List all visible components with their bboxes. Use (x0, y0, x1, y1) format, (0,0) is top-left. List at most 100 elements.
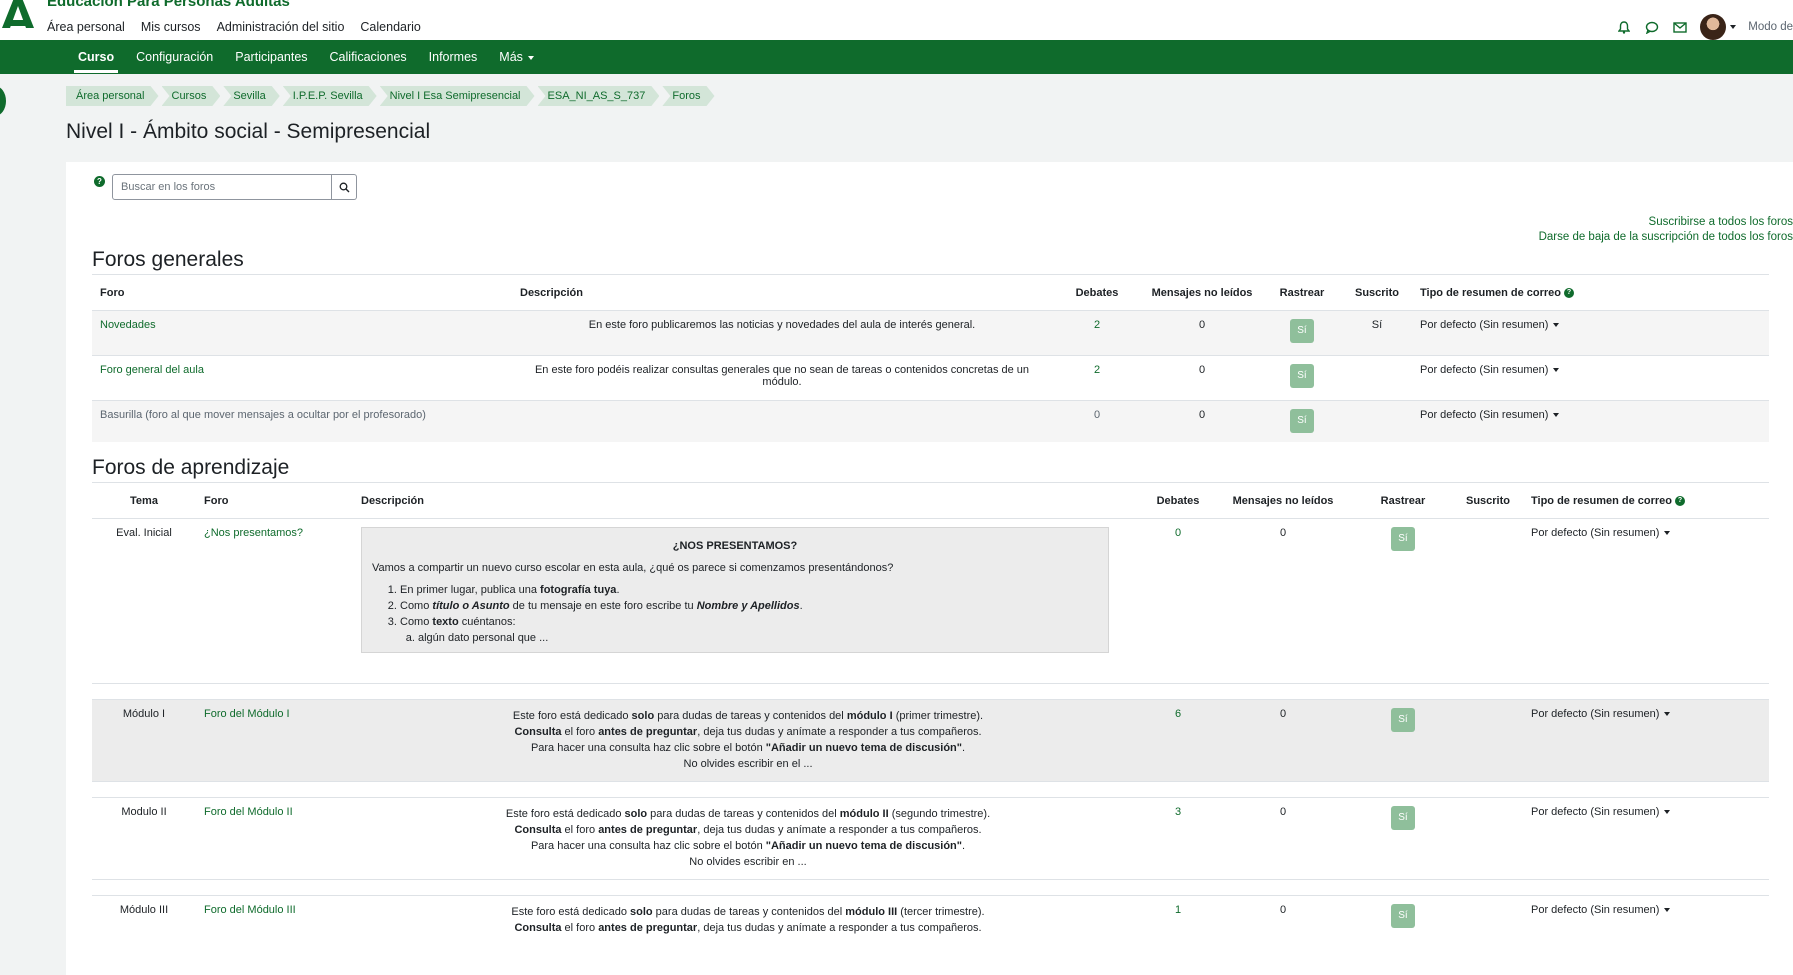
topic-label: Modulo II (92, 797, 196, 880)
col-rastrear: Rastrear (1262, 274, 1342, 311)
tab-informes[interactable]: Informes (429, 50, 478, 64)
table-row: Foro general del aula En este foro podéi… (92, 355, 1769, 401)
debates-count-link[interactable]: 3 (1175, 806, 1181, 818)
debates-count-link[interactable]: 2 (1094, 364, 1100, 376)
digest-select-label: Por defecto (Sin resumen) (1420, 319, 1549, 331)
col-suscrito: Suscrito (1453, 482, 1523, 519)
digest-select[interactable]: Por defecto (Sin resumen) (1420, 319, 1560, 331)
forum-link-modulo-ii[interactable]: Foro del Módulo II (204, 806, 293, 818)
breadcrumb-course-code[interactable]: ESA_NI_AS_S_737 (538, 86, 660, 106)
track-toggle-button[interactable]: Sí (1391, 708, 1415, 732)
tab-mas[interactable]: Más (499, 50, 534, 64)
breadcrumb-cursos[interactable]: Cursos (162, 86, 221, 106)
unread-count: 0 (1142, 400, 1262, 442)
digest-select[interactable]: Por defecto (Sin resumen) (1531, 904, 1671, 916)
forum-link-general[interactable]: Foro general del aula (100, 364, 204, 376)
mail-icon[interactable] (1672, 19, 1688, 35)
unsubscribe-all-link[interactable]: Darse de baja de la suscripción de todos… (1393, 230, 1793, 245)
forum-description-box: ¿NOS PRESENTAMOS? Vamos a compartir un n… (361, 527, 1109, 653)
forum-link-basurilla[interactable]: Basurilla (foro al que mover mensajes a … (100, 409, 426, 421)
help-icon[interactable]: ? (1564, 287, 1575, 298)
debates-count-link[interactable]: 0 (1175, 527, 1181, 539)
logo-icon[interactable] (0, 0, 36, 32)
track-toggle-button[interactable]: Sí (1391, 527, 1415, 551)
debates-count-link[interactable]: 1 (1175, 904, 1181, 916)
learning-forums-title: Foros de aprendizaje (92, 456, 290, 479)
tab-calificaciones[interactable]: Calificaciones (330, 50, 407, 64)
drawer-toggle-button[interactable] (0, 86, 6, 116)
track-toggle-button[interactable]: Sí (1290, 364, 1314, 388)
debates-count-link[interactable]: 0 (1094, 409, 1100, 421)
unread-count: 0 (1213, 518, 1353, 684)
debates-count-link[interactable]: 2 (1094, 319, 1100, 331)
main-content: ? Suscribirse a todos los foros Darse de… (66, 162, 1793, 975)
track-toggle-button[interactable]: Sí (1290, 409, 1314, 433)
row-spacer (92, 879, 1769, 896)
unread-count: 0 (1142, 355, 1262, 401)
digest-select[interactable]: Por defecto (Sin resumen) (1531, 527, 1671, 539)
track-toggle-button[interactable]: Sí (1290, 319, 1314, 343)
breadcrumb-ipep-sevilla[interactable]: I.P.E.P. Sevilla (283, 86, 377, 106)
track-toggle-button[interactable]: Sí (1391, 806, 1415, 830)
list-item: algún dato personal que ... (418, 630, 1098, 646)
forum-description: Este foro está dedicado solo para dudas … (353, 699, 1143, 782)
digest-select-label: Por defecto (Sin resumen) (1531, 527, 1660, 539)
user-tools: Modo de (1616, 14, 1793, 40)
avatar[interactable] (1700, 14, 1727, 40)
digest-select[interactable]: Por defecto (Sin resumen) (1420, 409, 1560, 421)
nav-area-personal[interactable]: Área personal (47, 20, 125, 34)
general-forums-title: Foros generales (92, 248, 244, 271)
forum-link-nos-presentamos[interactable]: ¿Nos presentamos? (204, 527, 303, 539)
subscribe-all-link[interactable]: Suscribirse a todos los foros (1393, 215, 1793, 230)
chat-icon[interactable] (1644, 19, 1660, 35)
edit-mode-label[interactable]: Modo de (1748, 21, 1793, 33)
digest-select[interactable]: Por defecto (Sin resumen) (1531, 708, 1671, 720)
forum-search (112, 174, 357, 200)
tab-participantes[interactable]: Participantes (235, 50, 307, 64)
col-descripcion: Descripción (353, 482, 1143, 519)
breadcrumb-area-personal[interactable]: Área personal (66, 86, 159, 106)
col-debates: Debates (1052, 274, 1142, 311)
breadcrumb-sevilla[interactable]: Sevilla (223, 86, 279, 106)
subscribed-status (1453, 895, 1523, 956)
list-item: En primer lugar, publica una fotografía … (400, 582, 1098, 598)
col-foro: Foro (196, 482, 353, 519)
forum-description: En este foro podéis realizar consultas g… (512, 355, 1052, 401)
help-icon[interactable]: ? (94, 176, 105, 187)
help-icon[interactable]: ? (1675, 495, 1686, 506)
caret-down-icon (1553, 413, 1560, 418)
subscribed-status: Sí (1342, 310, 1412, 356)
topic-label: Módulo III (92, 895, 196, 956)
caret-down-icon (1664, 712, 1671, 717)
track-toggle-button[interactable]: Sí (1391, 904, 1415, 928)
search-input[interactable] (112, 174, 332, 200)
search-button[interactable] (332, 174, 357, 200)
table-row: Módulo I Foro del Módulo I Este foro est… (92, 699, 1769, 782)
debates-count-link[interactable]: 6 (1175, 708, 1181, 720)
forum-link-modulo-i[interactable]: Foro del Módulo I (204, 708, 290, 720)
forum-description (512, 400, 1052, 442)
site-name[interactable]: Educación Para Personas Adultas (47, 0, 290, 10)
nav-calendario[interactable]: Calendario (360, 20, 420, 34)
nav-administracion[interactable]: Administración del sitio (217, 20, 345, 34)
col-suscrito: Suscrito (1342, 274, 1412, 311)
unread-count: 0 (1142, 310, 1262, 356)
tab-configuracion[interactable]: Configuración (136, 50, 213, 64)
user-menu-caret-icon[interactable] (1730, 25, 1737, 29)
digest-select[interactable]: Por defecto (Sin resumen) (1420, 364, 1560, 376)
digest-select[interactable]: Por defecto (Sin resumen) (1531, 806, 1671, 818)
bell-icon[interactable] (1616, 19, 1632, 35)
row-spacer (92, 683, 1769, 700)
breadcrumb-foros[interactable]: Foros (662, 86, 714, 106)
tab-mas-label: Más (499, 50, 523, 64)
table-row: Novedades En este foro publicaremos las … (92, 310, 1769, 356)
forum-link-modulo-iii[interactable]: Foro del Módulo III (204, 904, 296, 916)
breadcrumb-nivel-i[interactable]: Nivel I Esa Semipresencial (380, 86, 535, 106)
forum-link-novedades[interactable]: Novedades (100, 319, 156, 331)
substeps-list: algún dato personal que ... (418, 630, 1098, 646)
caret-down-icon (1553, 368, 1560, 373)
primary-nav: Área personal Mis cursos Administración … (47, 20, 421, 34)
tab-curso[interactable]: Curso (73, 50, 119, 73)
nav-mis-cursos[interactable]: Mis cursos (141, 20, 201, 34)
row-spacer (92, 781, 1769, 798)
